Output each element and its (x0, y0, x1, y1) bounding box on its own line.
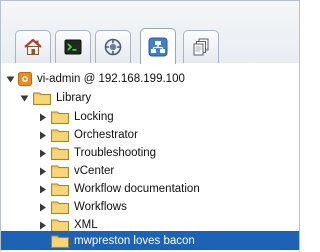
tree-node-label: vi-admin @ 192.168.199.100 (37, 73, 185, 85)
tab-globe[interactable] (95, 30, 131, 63)
expanded-arrow-icon[interactable] (19, 93, 29, 103)
folder-icon (51, 234, 69, 248)
tab-workflows[interactable] (140, 28, 176, 64)
tree-node-label: vCenter (74, 165, 115, 177)
tab-console[interactable] (55, 30, 91, 63)
workflow-library-panel: vi-admin @ 192.168.199.100 Library Locki… (0, 0, 300, 252)
globe-icon (104, 38, 122, 56)
workflow-tree: vi-admin @ 192.168.199.100 Library Locki… (1, 63, 299, 252)
home-icon (24, 38, 42, 55)
tree-node-root[interactable]: vi-admin @ 192.168.199.100 (1, 70, 299, 88)
tree-node-locking[interactable]: Locking (1, 108, 299, 126)
folder-icon (33, 91, 51, 105)
folder-icon (51, 164, 69, 178)
tree-node-label: Orchestrator (74, 129, 138, 141)
tab-inventory[interactable] (183, 30, 219, 63)
collapsed-arrow-icon[interactable] (37, 112, 47, 122)
tree-node-label: Workflows (74, 201, 127, 213)
expanded-arrow-icon[interactable] (5, 74, 15, 84)
folder-icon (51, 200, 69, 214)
folder-icon (51, 218, 69, 232)
tree-node-label: Troubleshooting (74, 147, 157, 159)
tree-node-troubleshooting[interactable]: Troubleshooting (1, 144, 299, 162)
collapsed-arrow-icon[interactable] (37, 202, 47, 212)
tree-node-library[interactable]: Library (1, 89, 299, 107)
collapsed-arrow-icon[interactable] (37, 166, 47, 176)
tree-node-selected[interactable]: mwpreston loves bacon (1, 231, 299, 250)
tab-home[interactable] (15, 30, 51, 63)
tree-node-label: Locking (74, 111, 114, 123)
folder-icon (51, 128, 69, 142)
tree-node-label: Workflow documentation (74, 183, 200, 195)
tree-node-workflows[interactable]: Workflows (1, 198, 299, 216)
folder-icon (51, 146, 69, 160)
collapsed-arrow-icon[interactable] (37, 148, 47, 158)
tree-node-orchestrator[interactable]: Orchestrator (1, 126, 299, 144)
tree-node-workflow-documentation[interactable]: Workflow documentation (1, 180, 299, 198)
server-icon (18, 72, 32, 86)
collapsed-arrow-icon[interactable] (37, 220, 47, 230)
tab-strip (1, 1, 299, 64)
collapsed-arrow-icon[interactable] (37, 130, 47, 140)
tree-node-label: mwpreston loves bacon (74, 234, 195, 247)
folder-icon (51, 110, 69, 124)
folder-icon (51, 182, 69, 196)
tree-node-label: Library (56, 92, 92, 104)
tree-node-vcenter[interactable]: vCenter (1, 162, 299, 180)
stacked-documents-icon (193, 38, 209, 56)
collapsed-arrow-icon[interactable] (37, 184, 47, 194)
console-icon (64, 39, 82, 55)
workflow-tree-icon (148, 37, 168, 56)
